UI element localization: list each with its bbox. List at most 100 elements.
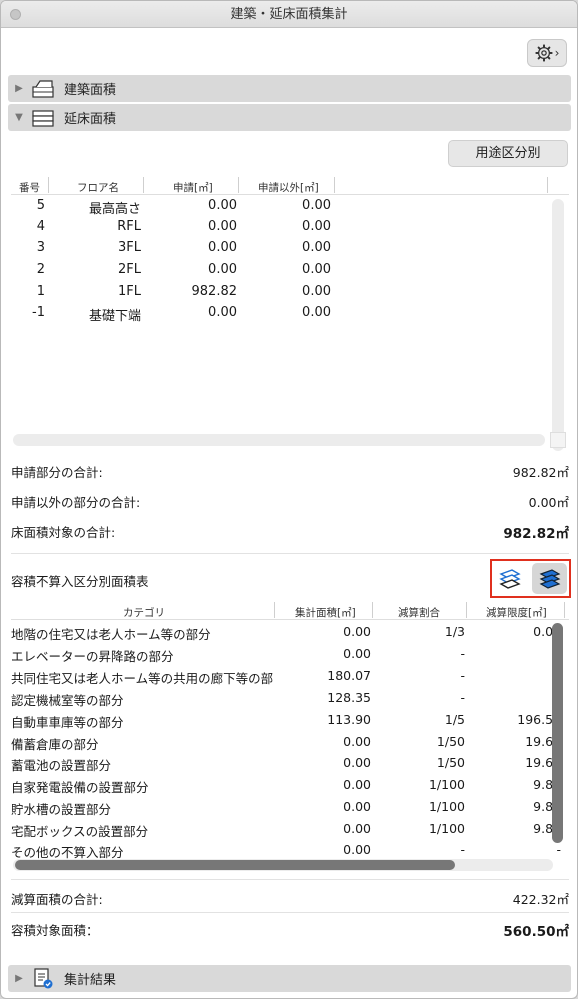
excluded-table-vertical-scrollbar[interactable] — [552, 623, 563, 843]
category-rate: 1/100 — [428, 799, 465, 814]
category-area: 0.00 — [343, 646, 371, 661]
floor-total-value: 982.82㎡ — [503, 526, 569, 542]
table-row[interactable]: 自動車車庫等の部分 113.90 1/5 196.56 — [11, 709, 561, 731]
excluded-table-horizontal-scrollbar[interactable] — [13, 859, 553, 871]
category-name: 備蓄倉庫の部分 — [11, 737, 99, 752]
floor-number: 5 — [36, 198, 45, 213]
category-name: 共同住宅又は老人ホーム等の共用の廊下等の部分 — [11, 671, 273, 686]
horizontal-scroll-thumb[interactable] — [15, 860, 455, 870]
other-total-label: 申請以外の部分の合計: — [11, 495, 141, 510]
section-label-building-area: 建築面積 — [64, 83, 117, 98]
settings-button[interactable]: › — [527, 39, 567, 67]
floor-other: 0.00 — [302, 219, 331, 234]
floor-applied: 0.00 — [208, 240, 237, 255]
table-row[interactable]: 2 2FL 0.00 0.00 — [11, 260, 341, 281]
excluded-header-category: カテゴリ — [123, 607, 165, 619]
floor-table-vertical-scrollbar[interactable] — [552, 199, 564, 451]
table-row[interactable]: 宅配ボックスの設置部分 0.00 1/100 9.82 — [11, 818, 561, 840]
category-rate: - — [460, 668, 465, 683]
applied-total-row: 申請部分の合計: 982.82㎡ — [11, 462, 569, 481]
floor-header-number: 番号 — [19, 182, 40, 194]
excluded-header-limit: 減算限度[㎡] — [486, 607, 547, 619]
table-row[interactable]: 3 3FL 0.00 0.00 — [11, 238, 341, 259]
floor-number: 1 — [36, 284, 45, 299]
floor-name: 基礎下端 — [88, 309, 141, 324]
table-row[interactable]: 貯水槽の設置部分 0.00 1/100 9.82 — [11, 796, 561, 818]
category-rate: - — [460, 690, 465, 705]
excluded-header-area: 集計面積[㎡] — [295, 607, 356, 619]
chevron-right-icon: › — [554, 46, 560, 60]
scroll-corner — [550, 432, 566, 448]
floor-name: 最高高さ — [88, 202, 141, 217]
deduct-total-label: 減算面積の合計: — [11, 892, 103, 907]
floor-area-icon — [32, 109, 54, 127]
category-name: エレベーターの昇降路の部分 — [11, 649, 174, 664]
floor-name: 3FL — [118, 240, 141, 255]
floor-header-applied: 申請[㎡] — [173, 182, 213, 194]
divider — [11, 912, 569, 913]
table-row[interactable]: 蓄電池の設置部分 0.00 1/50 19.65 — [11, 752, 561, 774]
table-row[interactable]: エレベーターの昇降路の部分 0.00 - - — [11, 643, 561, 665]
deduct-total-value: 422.32㎡ — [512, 892, 569, 907]
disclosure-right-icon: ▶ — [15, 973, 23, 984]
section-building-area[interactable]: ▶ 建築面積 — [8, 75, 571, 102]
layer-toggle-group — [490, 559, 571, 598]
category-area: 0.00 — [343, 734, 371, 749]
floor-applied: 982.82 — [191, 284, 238, 299]
category-area: 0.00 — [343, 821, 371, 836]
category-rate: 1/50 — [436, 755, 465, 770]
other-total-row: 申請以外の部分の合計: 0.00㎡ — [11, 492, 569, 511]
category-area: 0.00 — [343, 842, 371, 857]
category-rate: 1/3 — [444, 624, 465, 639]
table-row[interactable]: 5 最高高さ 0.00 0.00 — [11, 196, 341, 217]
floor-table-horizontal-scrollbar[interactable] — [13, 434, 545, 446]
table-row[interactable]: 認定機械室等の部分 128.35 - - — [11, 687, 561, 709]
category-area: 0.00 — [343, 755, 371, 770]
app-window: 建築・延床面積集計 › ▶ 建築面積 ▼ 延床面積 用途区分別 番号 フロア名 … — [0, 0, 578, 999]
divider — [11, 879, 569, 880]
category-rate: - — [460, 646, 465, 661]
category-area: 113.90 — [327, 712, 371, 727]
title-bar: 建築・延床面積集計 — [1, 1, 577, 28]
category-area: 128.35 — [327, 690, 371, 705]
table-row[interactable]: 備蓄倉庫の部分 0.00 1/50 19.65 — [11, 731, 561, 753]
table-row[interactable]: 共同住宅又は老人ホーム等の共用の廊下等の部分 180.07 - - — [11, 665, 561, 687]
category-name: 認定機械室等の部分 — [11, 693, 124, 708]
table-row[interactable]: 1 1FL 982.82 0.00 — [11, 282, 341, 303]
table-row[interactable]: 自家発電設備の設置部分 0.00 1/100 9.82 — [11, 774, 561, 796]
disclosure-down-icon: ▼ — [15, 112, 23, 123]
floor-number: -1 — [32, 305, 45, 320]
category-name: 自家発電設備の設置部分 — [11, 780, 149, 795]
category-rate: - — [460, 842, 465, 857]
layers-filled-button[interactable] — [532, 563, 567, 594]
target-total-value: 560.50㎡ — [503, 924, 569, 940]
other-total-value: 0.00㎡ — [528, 495, 569, 510]
category-rate: 1/100 — [428, 821, 465, 836]
category-area: 180.07 — [327, 668, 371, 683]
floor-number: 3 — [36, 240, 45, 255]
floor-name: 1FL — [118, 284, 141, 299]
floor-applied: 0.00 — [208, 305, 237, 320]
table-row[interactable]: 4 RFL 0.00 0.00 — [11, 217, 341, 238]
excluded-header-rate: 減算割合 — [398, 607, 440, 619]
excluded-title: 容積不算入区分別面積表 — [11, 574, 149, 589]
section-floor-area[interactable]: ▼ 延床面積 — [8, 104, 571, 131]
floor-other: 0.00 — [302, 262, 331, 277]
layers-outline-icon — [499, 568, 521, 589]
table-row[interactable]: その他の不算入部分 0.00 - - — [11, 839, 561, 861]
table-row[interactable]: 地階の住宅又は老人ホーム等の部分 0.00 1/3 0.00 — [11, 621, 561, 643]
deduct-total-row: 減算面積の合計: 422.32㎡ — [11, 889, 569, 908]
disclosure-right-icon: ▶ — [15, 83, 23, 94]
table-row[interactable]: -1 基礎下端 0.00 0.00 — [11, 303, 341, 324]
applied-total-value: 982.82㎡ — [512, 465, 569, 480]
floor-applied: 0.00 — [208, 219, 237, 234]
usage-category-button[interactable]: 用途区分別 — [448, 140, 568, 167]
floor-number: 2 — [36, 262, 45, 277]
settings-gear-icon — [534, 44, 553, 62]
category-name: 宅配ボックスの設置部分 — [11, 824, 149, 839]
layers-outline-button[interactable] — [495, 565, 525, 592]
section-results[interactable]: ▶ 集計結果 — [8, 965, 571, 992]
close-window-button[interactable] — [10, 9, 21, 20]
category-area: 0.00 — [343, 799, 371, 814]
layers-filled-icon — [539, 568, 560, 589]
